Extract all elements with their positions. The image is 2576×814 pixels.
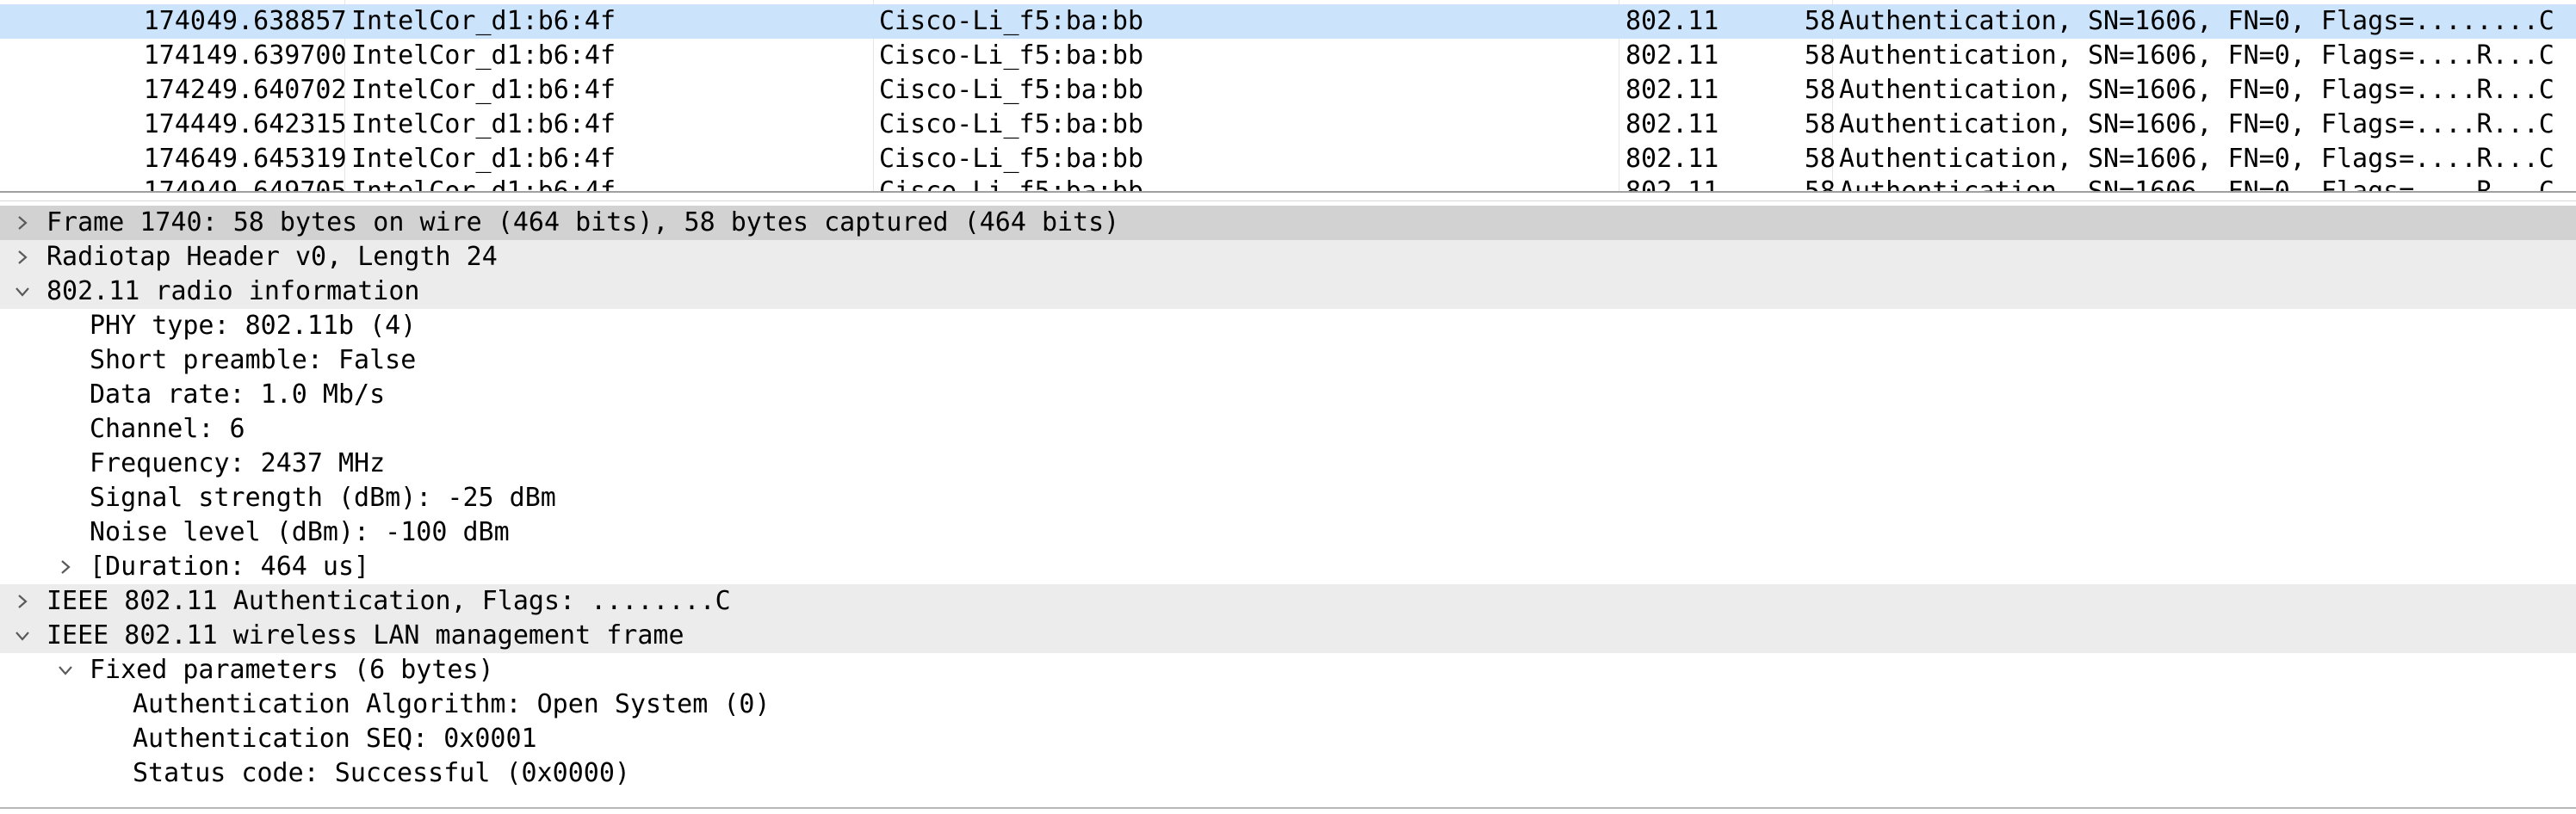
packet-info: Authentication, SN=1606, FN=0, Flags=...…	[1839, 40, 2554, 71]
packet-list-pane[interactable]: 1740 49.638857 IntelCor_d1:b6:4f Cisco-L…	[0, 0, 2576, 191]
packet-number: 1746	[143, 144, 206, 174]
detail-row-ieee-authentication[interactable]: IEEE 802.11 Authentication, Flags: .....…	[0, 584, 2576, 619]
detail-label: Radiotap Header v0, Length 24	[46, 242, 498, 272]
detail-label: Status code: Successful (0x0000)	[133, 758, 630, 788]
pane-bottom-border	[0, 807, 2576, 814]
detail-label: Authentication SEQ: 0x0001	[133, 724, 537, 754]
detail-label: Signal strength (dBm): -25 dBm	[90, 483, 556, 513]
packet-number: 1740	[143, 6, 206, 36]
detail-label: Noise level (dBm): -100 dBm	[90, 517, 510, 547]
packet-source: IntelCor_d1:b6:4f	[351, 109, 616, 139]
packet-info: Authentication, SN=1606, FN=0, Flags=...…	[1839, 75, 2554, 105]
packet-time: 49.642315	[207, 109, 347, 139]
packet-destination: Cisco-Li_f5:ba:bb	[879, 175, 1143, 191]
packet-number: 1742	[143, 75, 206, 105]
chevron-down-icon[interactable]	[53, 653, 78, 688]
detail-row-field[interactable]: Channel: 6	[0, 412, 2576, 447]
packet-length: 58	[1805, 175, 1836, 191]
packet-destination: Cisco-Li_f5:ba:bb	[879, 75, 1144, 105]
detail-row-fixed-parameters[interactable]: Fixed parameters (6 bytes)	[0, 653, 2576, 688]
chevron-right-icon[interactable]	[9, 206, 35, 240]
packet-time: 49.645319	[207, 144, 347, 174]
packet-info: Authentication, SN=1606, FN=0, Flags=...…	[1839, 175, 2554, 191]
packet-destination: Cisco-Li_f5:ba:bb	[879, 144, 1144, 174]
detail-row-field[interactable]: PHY type: 802.11b (4)	[0, 309, 2576, 343]
packet-time: 49.640702	[207, 75, 347, 105]
packet-protocol: 802.11	[1625, 175, 1718, 191]
detail-label: Short preamble: False	[90, 345, 417, 375]
packet-number: 1744	[143, 109, 206, 139]
packet-number: 1749	[144, 175, 206, 191]
chevron-right-icon[interactable]	[9, 584, 35, 619]
detail-row-field[interactable]: Frequency: 2437 MHz	[0, 447, 2576, 481]
detail-label: Fixed parameters (6 bytes)	[90, 655, 494, 685]
detail-label: Frame 1740: 58 bytes on wire (464 bits),…	[46, 207, 1120, 237]
packet-number: 1741	[143, 40, 206, 71]
packet-destination: Cisco-Li_f5:ba:bb	[879, 109, 1144, 139]
packet-protocol: 802.11	[1625, 144, 1719, 174]
pane-splitter[interactable]	[0, 191, 2576, 201]
detail-row-radio-information[interactable]: 802.11 radio information	[0, 274, 2576, 309]
packet-info: Authentication, SN=1606, FN=0, Flags=...…	[1839, 144, 2554, 174]
packet-destination: Cisco-Li_f5:ba:bb	[879, 40, 1144, 71]
packet-time: 49.639700	[207, 40, 347, 71]
detail-row-wlan-management[interactable]: IEEE 802.11 wireless LAN management fram…	[0, 619, 2576, 653]
detail-label: Frequency: 2437 MHz	[90, 448, 386, 478]
detail-row-field[interactable]: Noise level (dBm): -100 dBm	[0, 515, 2576, 550]
packet-source: IntelCor_d1:b6:4f	[351, 75, 616, 105]
packet-row[interactable]: 1749 49.649705 IntelCor_d1:b6:4f Cisco-L…	[0, 175, 2576, 191]
detail-row-field[interactable]: Status code: Successful (0x0000)	[0, 756, 2576, 791]
packet-protocol: 802.11	[1625, 6, 1719, 36]
packet-row-selected[interactable]: 1740 49.638857 IntelCor_d1:b6:4f Cisco-L…	[0, 4, 2576, 39]
chevron-down-icon[interactable]	[9, 619, 35, 653]
detail-row-field[interactable]: Authentication Algorithm: Open System (0…	[0, 688, 2576, 722]
packet-length: 58	[1804, 144, 1836, 174]
detail-row-field[interactable]: Authentication SEQ: 0x0001	[0, 722, 2576, 756]
packet-source: IntelCor_d1:b6:4f	[351, 6, 616, 36]
packet-protocol: 802.11	[1625, 109, 1719, 139]
packet-protocol: 802.11	[1625, 40, 1719, 71]
packet-protocol: 802.11	[1625, 75, 1719, 105]
packet-source: IntelCor_d1:b6:4f	[351, 144, 616, 174]
detail-row-field[interactable]: Signal strength (dBm): -25 dBm	[0, 481, 2576, 515]
detail-label: Authentication Algorithm: Open System (0…	[133, 689, 771, 719]
chevron-down-icon[interactable]	[9, 274, 35, 309]
detail-row-duration[interactable]: [Duration: 464 us]	[0, 550, 2576, 584]
detail-label: Data rate: 1.0 Mb/s	[90, 379, 386, 410]
packet-row[interactable]: 1741 49.639700 IntelCor_d1:b6:4f Cisco-L…	[0, 39, 2576, 73]
detail-label: IEEE 802.11 Authentication, Flags: .....…	[46, 586, 731, 616]
packet-destination: Cisco-Li_f5:ba:bb	[879, 6, 1144, 36]
packet-row[interactable]: 1744 49.642315 IntelCor_d1:b6:4f Cisco-L…	[0, 108, 2576, 142]
packet-time: 49.649705	[207, 175, 347, 191]
packet-info: Authentication, SN=1606, FN=0, Flags=...…	[1839, 6, 2554, 36]
packet-length: 58	[1804, 6, 1836, 36]
chevron-right-icon[interactable]	[9, 240, 35, 274]
detail-row-radiotap[interactable]: Radiotap Header v0, Length 24	[0, 240, 2576, 274]
chevron-right-icon[interactable]	[53, 550, 78, 584]
packet-length: 58	[1804, 109, 1836, 139]
packet-length: 58	[1804, 40, 1836, 71]
detail-label: [Duration: 464 us]	[90, 552, 370, 582]
packet-source: IntelCor_d1:b6:4f	[351, 175, 616, 191]
packet-row[interactable]: 1742 49.640702 IntelCor_d1:b6:4f Cisco-L…	[0, 73, 2576, 108]
detail-label: PHY type: 802.11b (4)	[90, 311, 417, 341]
packet-row[interactable]: 1746 49.645319 IntelCor_d1:b6:4f Cisco-L…	[0, 142, 2576, 176]
packet-details-pane[interactable]: Frame 1740: 58 bytes on wire (464 bits),…	[0, 201, 2576, 807]
detail-label: IEEE 802.11 wireless LAN management fram…	[46, 620, 684, 651]
detail-label: Channel: 6	[90, 414, 245, 444]
detail-row-field[interactable]: Data rate: 1.0 Mb/s	[0, 378, 2576, 412]
detail-row-frame[interactable]: Frame 1740: 58 bytes on wire (464 bits),…	[0, 206, 2576, 240]
packet-info: Authentication, SN=1606, FN=0, Flags=...…	[1839, 109, 2554, 139]
detail-row-field[interactable]: Short preamble: False	[0, 343, 2576, 378]
packet-source: IntelCor_d1:b6:4f	[351, 40, 616, 71]
packet-length: 58	[1804, 75, 1836, 105]
detail-label: 802.11 radio information	[46, 276, 420, 306]
packet-time: 49.638857	[207, 6, 347, 36]
